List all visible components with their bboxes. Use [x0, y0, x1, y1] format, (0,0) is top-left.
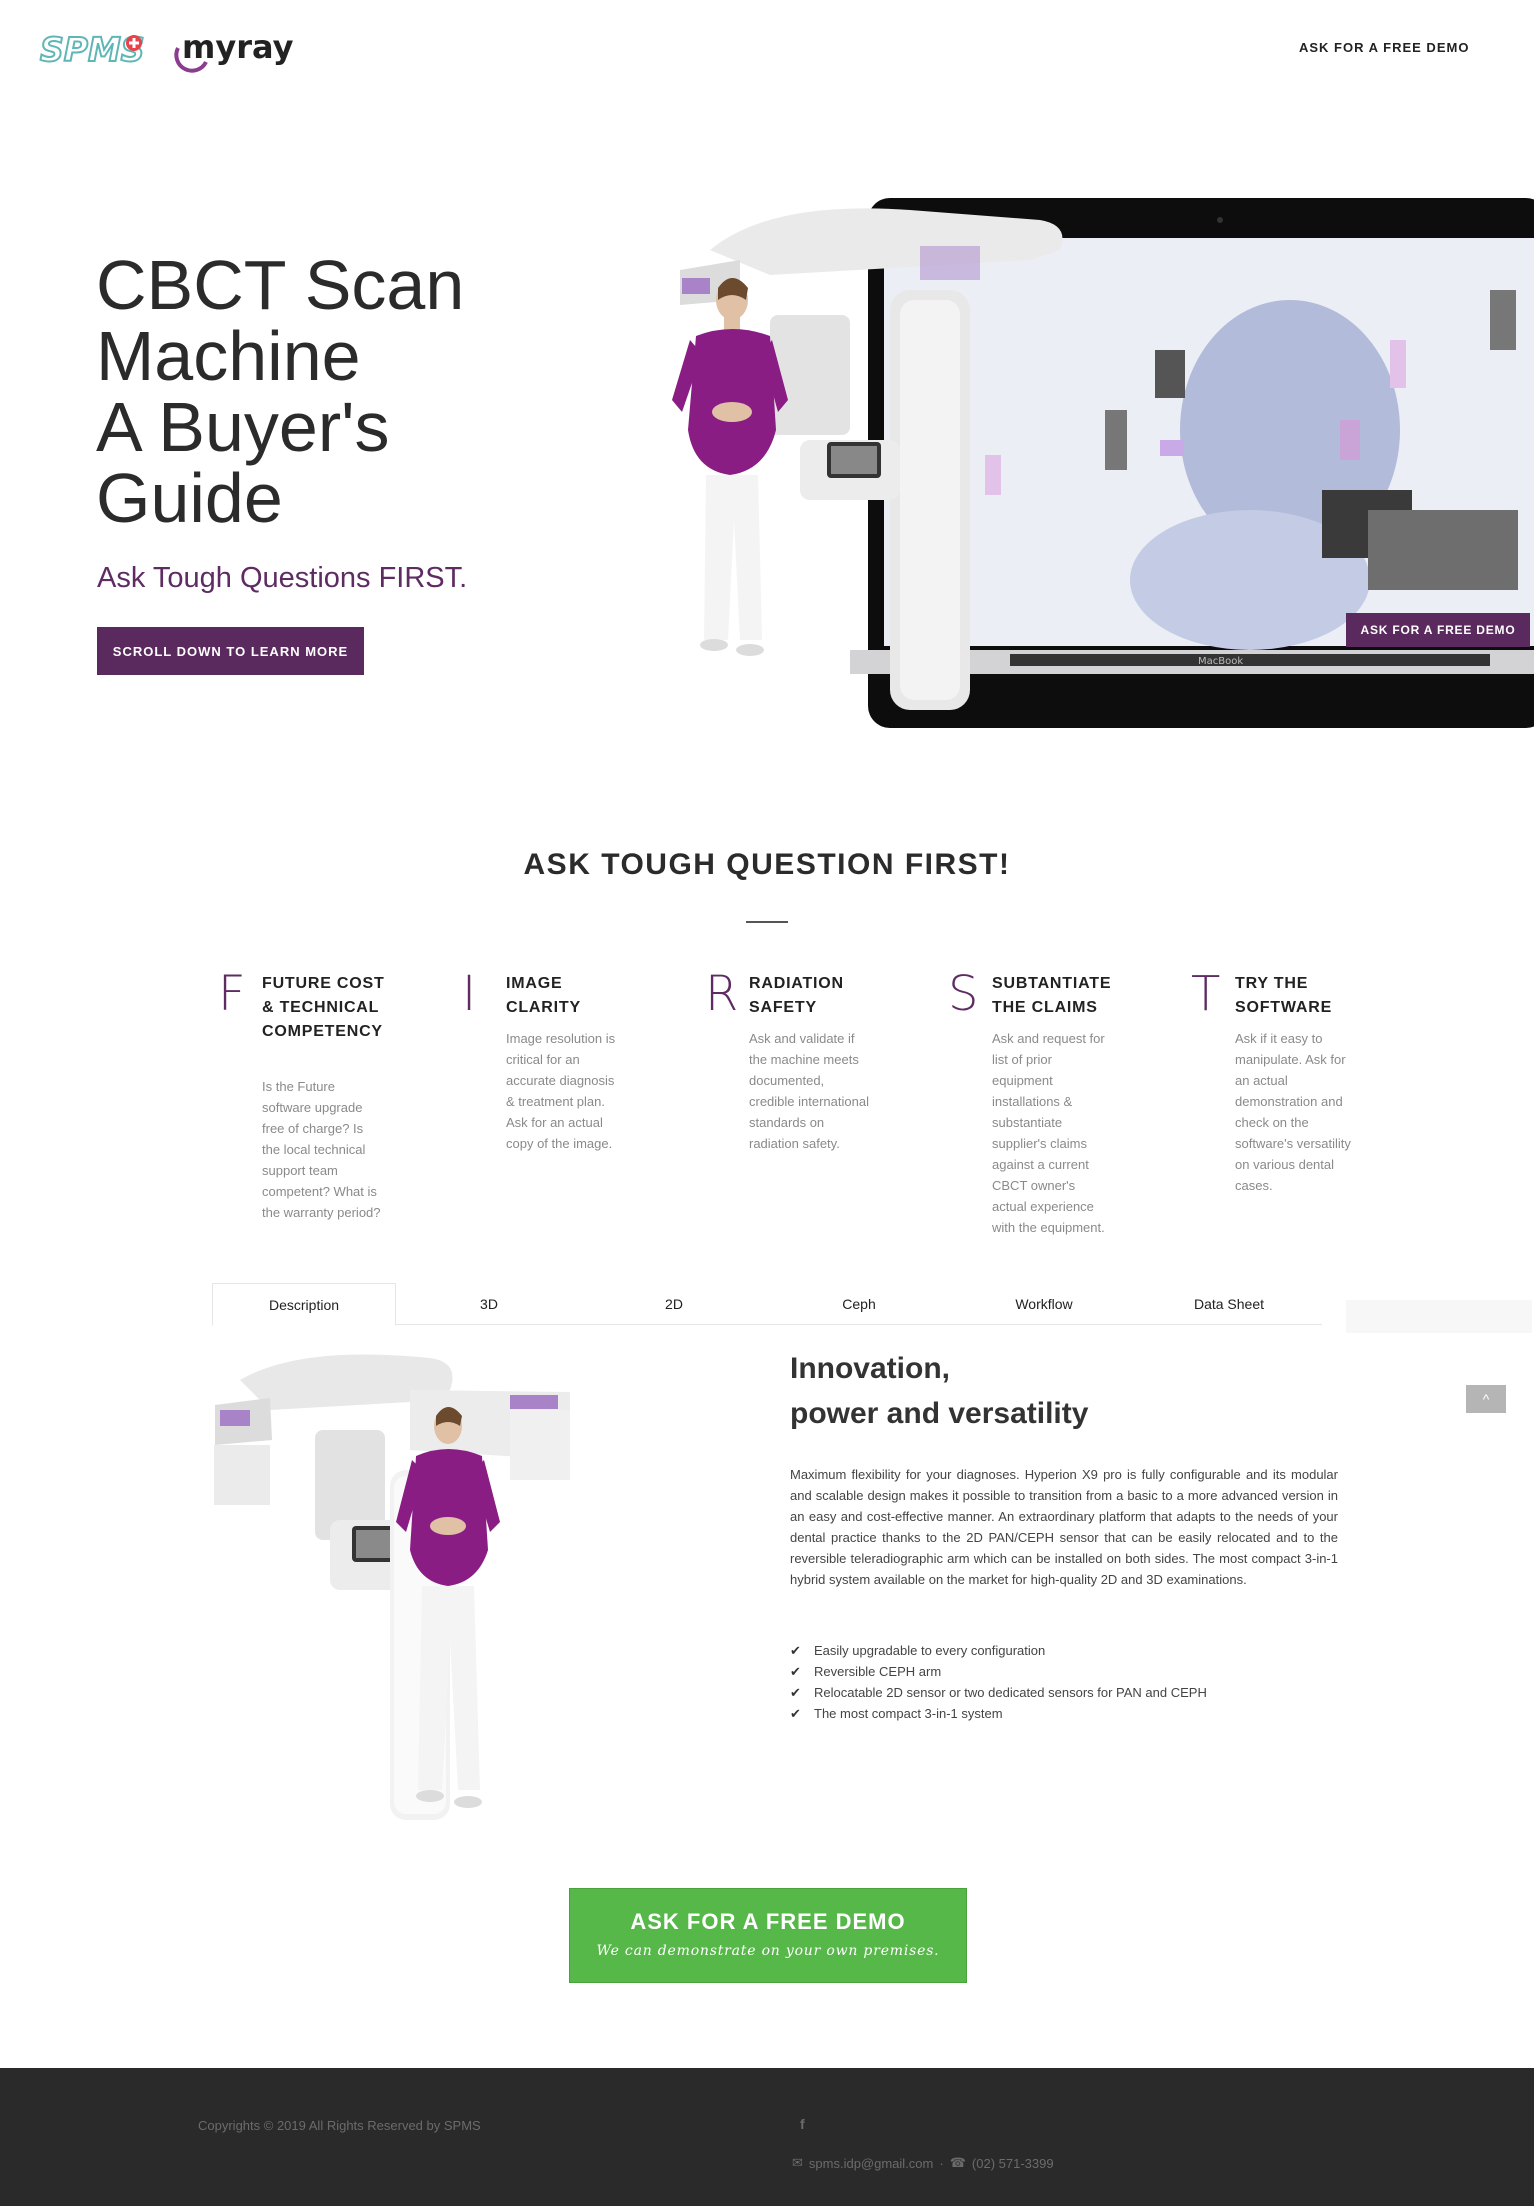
footer-email[interactable]: spms.idp@gmail.com: [809, 2156, 933, 2171]
laptop-brand-label: MacBook: [1198, 656, 1243, 667]
scroll-down-button[interactable]: SCROLL DOWN TO LEARN MORE: [97, 627, 364, 675]
first-letter: R: [705, 966, 739, 1022]
description-title-line: power and versatility: [790, 1397, 1089, 1430]
checkmark-icon: ✔: [790, 1664, 801, 1679]
first-text: Ask and validate if the machine meets do…: [749, 1031, 869, 1151]
checkmark-icon: ✔: [790, 1643, 801, 1658]
first-letter: T: [1191, 966, 1221, 1022]
first-heading: TRY THE SOFTWARE: [1235, 975, 1333, 1016]
hero-title: CBCT Scan Machine A Buyer's Guide: [96, 250, 616, 534]
tab-2d[interactable]: 2D: [582, 1283, 766, 1325]
hero-title-line: Machine: [96, 317, 361, 395]
spms-logo[interactable]: SPMS: [38, 30, 160, 70]
description-title-line: Innovation,: [790, 1352, 950, 1385]
feature-item: ✔ Relocatable 2D sensor or two dedicated …: [790, 1682, 1207, 1703]
contact-separator: ·: [939, 2155, 944, 2171]
first-heading: SUBTANTIATE THE CLAIMS: [992, 975, 1112, 1016]
tab-ceph[interactable]: Ceph: [767, 1283, 951, 1325]
checkmark-icon: ✔: [790, 1685, 801, 1700]
headphones-icon: ☎: [949, 2155, 966, 2170]
ask-free-demo-cta-button[interactable]: ASK FOR A FREE DEMO We can demonstrate o…: [569, 1888, 967, 1983]
hero-section: CBCT Scan Machine A Buyer's Guide Ask To…: [0, 140, 1534, 750]
product-tabs: Description 3D 2D Ceph Workflow Data She…: [212, 1283, 1322, 1326]
tab-workflow[interactable]: Workflow: [952, 1283, 1136, 1325]
feature-item: ✔ Easily upgradable to every configuratio…: [790, 1640, 1207, 1661]
description-body: Maximum flexibility for your diagnoses. …: [790, 1467, 1338, 1587]
myray-logo-text: myray: [182, 28, 294, 66]
footer: Copyrights © 2019 All Rights Reserved by…: [0, 2068, 1534, 2206]
laptop-ask-demo-button[interactable]: ASK FOR A FREE DEMO: [1346, 613, 1530, 647]
feature-text: The most compact 3-in-1 system: [814, 1706, 1003, 1721]
first-text: Ask and request for list of prior equipm…: [992, 1031, 1105, 1235]
hero-subtitle: Ask Tough Questions FIRST.: [97, 562, 468, 594]
first-text: Is the Future software upgrade free of c…: [262, 1079, 381, 1220]
cta-main-label: ASK FOR A FREE DEMO: [630, 1909, 906, 1934]
feature-item: ✔ Reversible CEPH arm: [790, 1661, 1207, 1682]
checkmark-icon: ✔: [790, 1706, 801, 1721]
contact-info: ✉ spms.idp@gmail.com · ☎ (02) 571-3399: [792, 2155, 1054, 2171]
section-divider: [746, 921, 788, 923]
myray-logo[interactable]: myray: [172, 28, 306, 76]
tab-3d[interactable]: 3D: [397, 1283, 581, 1325]
hero-title-line: A Buyer's: [96, 388, 390, 466]
hero-title-line: Guide: [96, 459, 283, 537]
nav-ask-free-demo-link[interactable]: ASK FOR A FREE DEMO: [1299, 40, 1469, 55]
feature-text: Relocatable 2D sensor or two dedicated s…: [814, 1685, 1207, 1700]
footer-phone[interactable]: (02) 571-3399: [972, 2156, 1054, 2171]
cta-sub-label: We can demonstrate on your own premises.: [596, 1943, 940, 1959]
scroll-to-top-button[interactable]: ^: [1466, 1385, 1506, 1413]
feature-text: Easily upgradable to every configuration: [814, 1643, 1046, 1658]
hero-title-line: CBCT Scan: [96, 246, 465, 324]
first-heading: FUTURE COST & TECHNICAL COMPETENCY: [262, 975, 385, 1040]
first-text: Image resolution is critical for an accu…: [506, 1031, 616, 1151]
copyright-text: Copyrights © 2019 All Rights Reserved by…: [198, 2118, 481, 2133]
feature-text: Reversible CEPH arm: [814, 1664, 942, 1679]
first-heading: RADIATION SAFETY: [749, 975, 844, 1016]
chevron-up-icon: ^: [1482, 1391, 1490, 1407]
tab-description[interactable]: Description: [212, 1283, 396, 1326]
first-section-title: ASK TOUGH QUESTION FIRST!: [523, 848, 1011, 881]
facebook-icon[interactable]: f: [800, 2116, 805, 2132]
tab-data-sheet[interactable]: Data Sheet: [1137, 1283, 1321, 1325]
first-letter: I: [462, 966, 477, 1022]
email-icon: ✉: [792, 2155, 803, 2170]
description-product-image: [214, 1354, 570, 1820]
description-title: Innovation, power and versatility: [790, 1346, 1088, 1436]
first-letter: F: [218, 966, 246, 1022]
feature-item: ✔ The most compact 3-in-1 system: [790, 1703, 1207, 1724]
first-letter: S: [948, 966, 979, 1022]
floating-ask-demo-button[interactable]: ASK FOR A FREE DEMO: [1346, 1300, 1532, 1333]
first-text: Ask if it easy to manipulate. Ask for an…: [1235, 1031, 1351, 1193]
feature-list: ✔ Easily upgradable to every configuratio…: [790, 1640, 1207, 1724]
spms-logo-text: SPMS: [40, 30, 145, 69]
first-heading: IMAGE CLARITY: [506, 975, 581, 1016]
